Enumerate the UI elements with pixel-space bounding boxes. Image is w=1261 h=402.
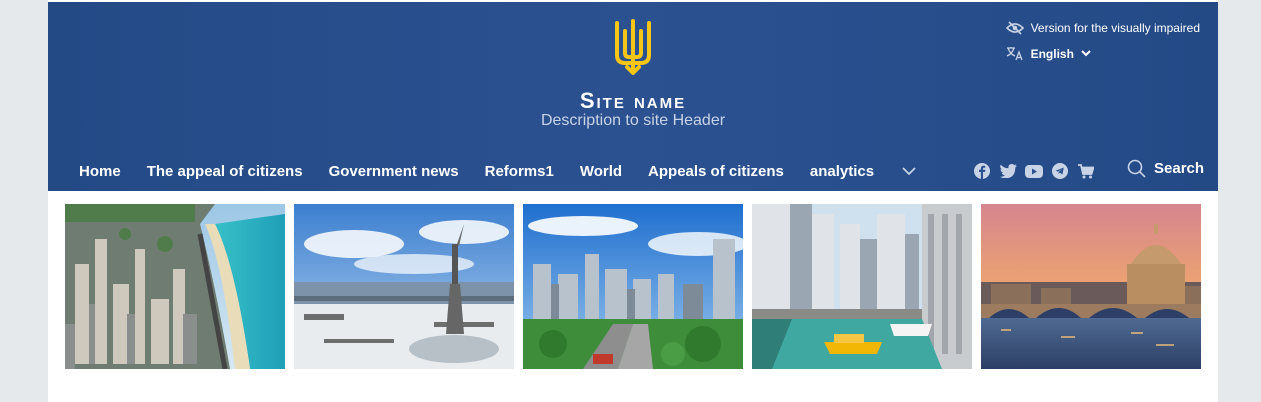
gallery-image-city-highway[interactable] [523, 204, 743, 369]
twitter-icon[interactable] [999, 162, 1017, 180]
site-description: Description to site Header [540, 112, 726, 129]
search-button[interactable]: Search [1127, 159, 1204, 178]
coat-of-arms-icon[interactable] [613, 17, 653, 77]
nav-item-world[interactable]: World [580, 163, 622, 180]
chevron-down-icon [1081, 50, 1091, 57]
gallery-image-sunset-bridge[interactable] [981, 204, 1201, 369]
accessibility-toggle[interactable]: Version for the visually impaired [1005, 21, 1200, 35]
page-container: Site name Description to site Header Ver… [48, 0, 1218, 402]
chevron-down-icon [902, 166, 916, 175]
nav-item-government-news[interactable]: Government news [329, 163, 459, 180]
nav-item-reforms[interactable]: Reforms1 [485, 163, 554, 180]
language-selector[interactable]: English [1006, 46, 1091, 61]
search-label: Search [1154, 160, 1205, 177]
social-links [973, 162, 1095, 180]
facebook-icon[interactable] [973, 162, 991, 180]
site-title[interactable]: Site name [48, 88, 1218, 114]
gallery-image-winter-monument[interactable] [294, 204, 514, 369]
telegram-icon[interactable] [1051, 162, 1069, 180]
language-label: English [1030, 46, 1074, 61]
utility-menu: Version for the visually impaired Englis… [1005, 21, 1200, 61]
nav-item-analytics[interactable]: analytics [810, 163, 874, 180]
nav-more-button[interactable] [902, 166, 916, 176]
search-icon [1127, 159, 1146, 178]
image-gallery [65, 204, 1201, 369]
accessibility-label: Version for the visually impaired [1030, 21, 1200, 35]
nav-item-appeals-of-citizens[interactable]: Appeals of citizens [648, 163, 784, 180]
cart-icon[interactable] [1077, 162, 1095, 180]
main-nav: Home The appeal of citizens Government n… [79, 159, 916, 183]
gallery-image-river-skyscrapers[interactable] [752, 204, 972, 369]
gallery-image-coastal-city[interactable] [65, 204, 285, 369]
nav-item-appeal-of-citizens[interactable]: The appeal of citizens [147, 163, 303, 180]
youtube-icon[interactable] [1025, 162, 1043, 180]
nav-item-home[interactable]: Home [79, 163, 121, 180]
translate-icon [1006, 47, 1023, 61]
site-header: Site name Description to site Header Ver… [48, 2, 1218, 191]
eye-off-icon [1005, 21, 1024, 35]
